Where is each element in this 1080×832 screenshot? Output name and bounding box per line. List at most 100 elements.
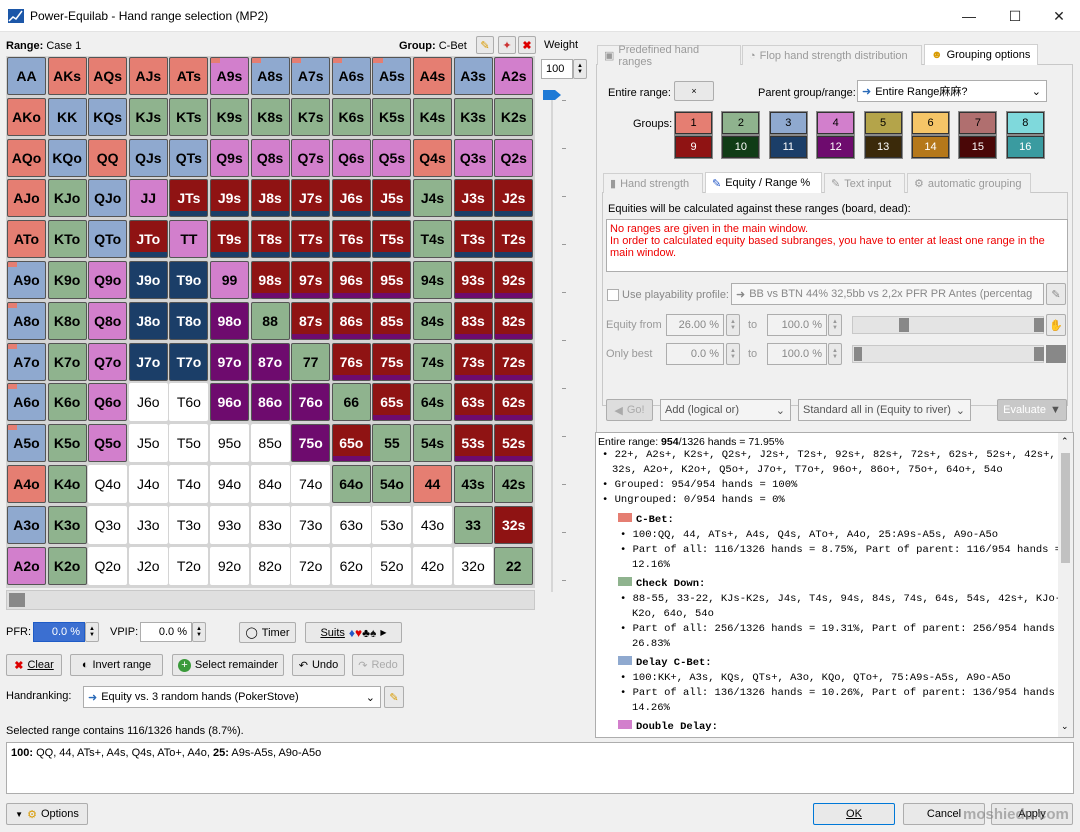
hand-cell-Q6o[interactable]: Q6o xyxy=(88,383,128,422)
hand-cell-J2s[interactable]: J2s xyxy=(494,179,534,218)
hand-cell-A5s[interactable]: A5s xyxy=(372,57,412,95)
options-button[interactable]: ▼ ⚙ Options xyxy=(6,803,88,825)
weight-input[interactable]: 100 xyxy=(541,59,573,79)
hand-cell-J7o[interactable]: J7o xyxy=(128,342,168,381)
hand-cell-KK[interactable]: KK xyxy=(47,97,87,136)
hand-cell-K9o[interactable]: K9o xyxy=(47,261,87,299)
hand-cell-52s[interactable]: 52s xyxy=(494,424,534,463)
hand-cell-53s[interactable]: 53s xyxy=(453,424,493,463)
hand-cell-K9s[interactable]: K9s xyxy=(210,97,249,136)
hand-cell-J9o[interactable]: J9o xyxy=(128,261,168,299)
hand-cell-J5o[interactable]: J5o xyxy=(128,424,168,463)
scroll-up-icon[interactable]: ⌃ xyxy=(1061,436,1069,447)
group-button-15[interactable]: 15 xyxy=(958,135,998,159)
hand-cell-54o[interactable]: 54o xyxy=(372,465,412,503)
ok-button[interactable]: OK xyxy=(813,803,895,825)
hand-cell-QJs[interactable]: QJs xyxy=(128,138,168,177)
add-mode-select[interactable]: Add (logical or) ⌄ xyxy=(660,399,791,421)
go-button[interactable]: ◀ Go! xyxy=(606,399,653,421)
hand-cell-ATo[interactable]: ATo xyxy=(7,220,46,259)
hand-cell-32o[interactable]: 32o xyxy=(453,546,493,585)
hand-cell-83o[interactable]: 83o xyxy=(250,505,290,544)
equity-from-input[interactable]: 26.00 % xyxy=(666,314,724,336)
close-button[interactable]: ✕ xyxy=(1036,0,1080,32)
summary-scroll-thumb[interactable] xyxy=(1061,453,1070,563)
hand-cell-74o[interactable]: 74o xyxy=(291,465,331,503)
hand-cell-Q8o[interactable]: Q8o xyxy=(88,301,128,340)
profile-edit-button[interactable]: ✎ xyxy=(1046,283,1066,305)
hand-cell-J6s[interactable]: J6s xyxy=(331,179,371,218)
hand-cell-QTs[interactable]: QTs xyxy=(169,138,209,177)
hand-cell-T6s[interactable]: T6s xyxy=(331,220,371,259)
group-button-6[interactable]: 6 xyxy=(911,111,950,135)
hand-cell-Q3o[interactable]: Q3o xyxy=(88,505,128,544)
hand-cell-Q7o[interactable]: Q7o xyxy=(88,342,128,381)
best-slider-min-thumb[interactable] xyxy=(854,347,862,361)
hand-cell-A7s[interactable]: A7s xyxy=(291,57,331,95)
hand-cell-K3o[interactable]: K3o xyxy=(47,505,87,544)
hand-cell-K4o[interactable]: K4o xyxy=(47,465,87,503)
hand-cell-J4o[interactable]: J4o xyxy=(128,465,168,503)
hand-cell-ATs[interactable]: ATs xyxy=(169,57,209,95)
use-profile-checkbox[interactable] xyxy=(607,289,619,301)
handranking-edit-button[interactable]: ✎ xyxy=(384,686,404,708)
hand-cell-J8s[interactable]: J8s xyxy=(250,179,290,218)
hand-cell-T8o[interactable]: T8o xyxy=(169,301,209,340)
hand-cell-Q9s[interactable]: Q9s xyxy=(210,138,249,177)
hand-cell-98o[interactable]: 98o xyxy=(210,301,249,340)
hand-cell-77[interactable]: 77 xyxy=(291,342,331,381)
hand-cell-A9s[interactable]: A9s xyxy=(210,57,249,95)
hand-cell-72s[interactable]: 72s xyxy=(494,342,534,381)
hand-cell-75o[interactable]: 75o xyxy=(291,424,331,463)
hand-cell-J8o[interactable]: J8o xyxy=(128,301,168,340)
hand-cell-A9o[interactable]: A9o xyxy=(7,261,46,299)
parent-group-select[interactable]: ➜ Entire Range麻麻? ⌄ xyxy=(857,80,1047,102)
hand-cell-AQs[interactable]: AQs xyxy=(88,57,128,95)
hand-cell-Q6s[interactable]: Q6s xyxy=(331,138,371,177)
group-button-7[interactable]: 7 xyxy=(958,111,998,135)
hand-cell-66[interactable]: 66 xyxy=(331,383,371,422)
hand-cell-65o[interactable]: 65o xyxy=(331,424,371,463)
hand-cell-94o[interactable]: 94o xyxy=(210,465,249,503)
undo-button[interactable]: ↶ Undo xyxy=(292,654,345,676)
group-button-14[interactable]: 14 xyxy=(911,135,950,159)
invert-range-button[interactable]: ◐ Invert range xyxy=(70,654,163,676)
hand-cell-KQo[interactable]: KQo xyxy=(47,138,87,177)
pfr-spinner[interactable]: ▲ ▼ xyxy=(85,622,99,642)
hand-cell-K4s[interactable]: K4s xyxy=(413,97,452,136)
redo-button[interactable]: ↷ Redo xyxy=(352,654,404,676)
wand-button[interactable]: ✦ xyxy=(498,36,516,54)
hand-cell-K7o[interactable]: K7o xyxy=(47,342,87,381)
hand-cell-74s[interactable]: 74s xyxy=(413,342,452,381)
hand-cell-T7o[interactable]: T7o xyxy=(169,342,209,381)
allin-mode-select[interactable]: Standard all in (Equity to river) ⌄ xyxy=(798,399,971,421)
hand-cell-A2s[interactable]: A2s xyxy=(494,57,534,95)
vpip-spinner[interactable]: ▲ ▼ xyxy=(192,622,206,642)
weight-slider-track[interactable] xyxy=(551,92,553,592)
hand-cell-T3o[interactable]: T3o xyxy=(169,505,209,544)
grid-slider-thumb[interactable] xyxy=(9,593,25,607)
hand-cell-KTo[interactable]: KTo xyxy=(47,220,87,259)
hand-cell-KTs[interactable]: KTs xyxy=(169,97,209,136)
hand-cell-93o[interactable]: 93o xyxy=(210,505,249,544)
hand-cell-42s[interactable]: 42s xyxy=(494,465,534,503)
group-button-3[interactable]: 3 xyxy=(768,111,808,135)
hand-cell-55[interactable]: 55 xyxy=(372,424,412,463)
equity-slider-min-thumb[interactable] xyxy=(899,318,909,332)
hand-cell-22[interactable]: 22 xyxy=(494,546,534,585)
hand-cell-85o[interactable]: 85o xyxy=(250,424,290,463)
group-button-12[interactable]: 12 xyxy=(816,135,856,159)
hand-cell-KJs[interactable]: KJs xyxy=(128,97,168,136)
hand-cell-AQo[interactable]: AQo xyxy=(7,138,46,177)
equity-range-slider[interactable] xyxy=(852,316,1044,334)
select-remainder-button[interactable]: + Select remainder xyxy=(172,654,284,676)
hand-cell-44[interactable]: 44 xyxy=(413,465,452,503)
hand-cell-T3s[interactable]: T3s xyxy=(453,220,493,259)
entire-range-button[interactable]: × xyxy=(674,81,714,101)
hand-cell-92s[interactable]: 92s xyxy=(494,261,534,299)
hand-cell-JJ[interactable]: JJ xyxy=(128,179,168,218)
hand-cell-AA[interactable]: AA xyxy=(7,57,46,95)
hand-cell-A4s[interactable]: A4s xyxy=(413,57,452,95)
hand-cell-JTs[interactable]: JTs xyxy=(169,179,209,218)
scroll-down-icon[interactable]: ⌄ xyxy=(1061,721,1069,732)
